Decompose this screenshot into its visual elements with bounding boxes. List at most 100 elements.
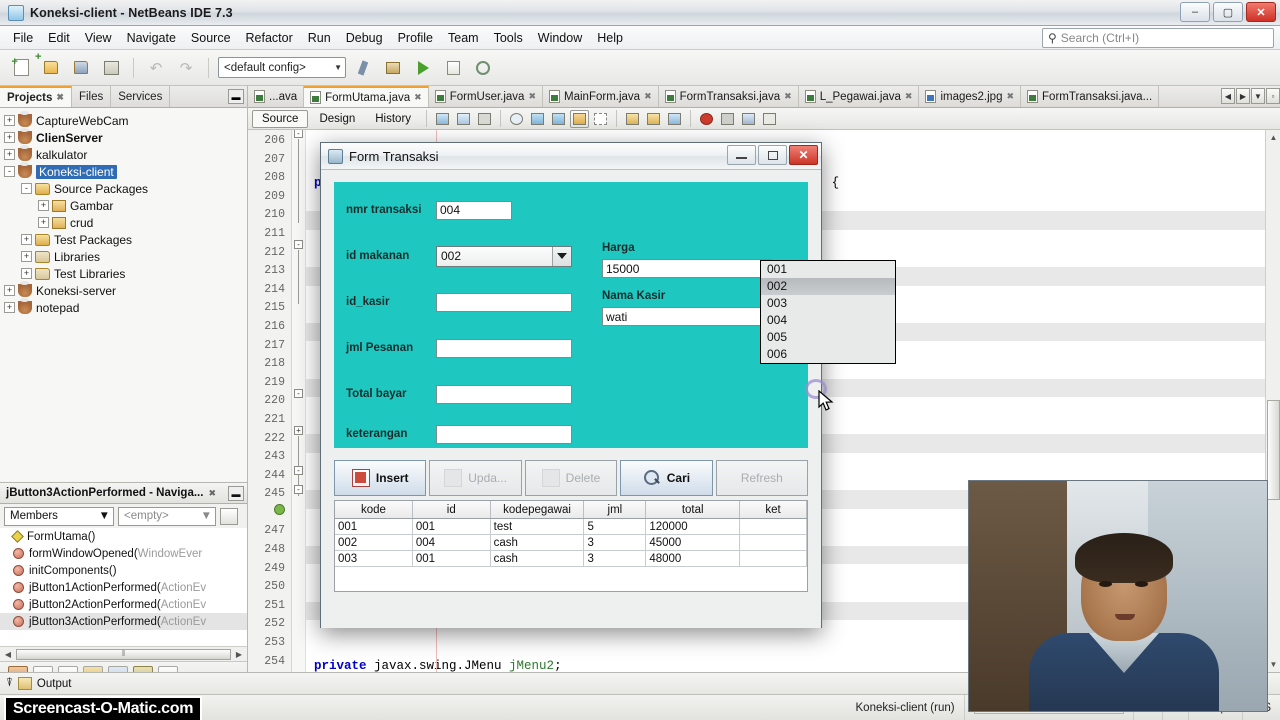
tree-expander-icon[interactable]: + bbox=[21, 234, 32, 245]
tree-item[interactable]: + Libraries bbox=[4, 248, 247, 265]
maximize-button[interactable]: ▢ bbox=[1213, 2, 1243, 22]
toggle-highlight-icon[interactable] bbox=[591, 110, 610, 128]
next-bookmark-icon[interactable] bbox=[549, 110, 568, 128]
tree-expander-icon[interactable]: - bbox=[21, 183, 32, 194]
navigator-member[interactable]: jButton1ActionPerformed(ActionEv bbox=[0, 579, 247, 596]
tree-item[interactable]: + crud bbox=[4, 214, 247, 231]
search-input[interactable]: ⚲ Search (Ctrl+I) bbox=[1042, 28, 1274, 48]
tab-source[interactable]: Source bbox=[252, 109, 309, 128]
menu-navigate[interactable]: Navigate bbox=[120, 28, 183, 48]
tree-expander-icon[interactable]: + bbox=[21, 268, 32, 279]
close-icon[interactable]: ✖ bbox=[1006, 91, 1014, 102]
tree-item[interactable]: + Test Libraries bbox=[4, 265, 247, 282]
navigator-filter-select[interactable]: Members ▼ bbox=[4, 506, 114, 526]
tree-item[interactable]: + notepad bbox=[4, 298, 247, 316]
input-nmr-transaksi[interactable]: 004 bbox=[436, 200, 512, 220]
dropdown-option[interactable]: 005 bbox=[761, 329, 895, 346]
navigator-member[interactable]: jButton3ActionPerformed(ActionEv bbox=[0, 613, 247, 630]
scroll-down-icon[interactable]: ▼ bbox=[1266, 657, 1280, 672]
close-icon[interactable]: ✖ bbox=[784, 91, 792, 102]
tree-expander-icon[interactable]: + bbox=[4, 302, 15, 313]
tree-expander-icon[interactable]: + bbox=[4, 132, 15, 143]
table-row[interactable]: 001 001 test 5 120000 bbox=[335, 519, 807, 535]
stop-icon[interactable] bbox=[718, 110, 737, 128]
menu-tools[interactable]: Tools bbox=[487, 28, 530, 48]
table-column-header[interactable]: id bbox=[413, 501, 491, 518]
table-column-header[interactable]: kodepegawai bbox=[491, 501, 585, 518]
run-project-button[interactable] bbox=[410, 55, 436, 81]
fold-box[interactable]: - bbox=[294, 466, 303, 475]
tab-files[interactable]: Files bbox=[72, 86, 112, 107]
tab-scroll-left-icon[interactable]: ◀ bbox=[1221, 88, 1235, 104]
tab-services[interactable]: Services bbox=[111, 86, 171, 107]
refresh-button[interactable]: Refresh bbox=[715, 460, 809, 496]
profile-project-button[interactable] bbox=[470, 55, 496, 81]
editor-tab[interactable]: FormTransaksi.java ✖ bbox=[659, 86, 799, 107]
menu-window[interactable]: Window bbox=[531, 28, 589, 48]
minimize-panel-icon[interactable]: ▬ bbox=[228, 89, 244, 104]
tree-expander-icon[interactable]: + bbox=[4, 285, 15, 296]
debug-project-button[interactable] bbox=[440, 55, 466, 81]
tab-projects[interactable]: Projects ✖ bbox=[0, 86, 72, 107]
dialog-close-button[interactable]: ✕ bbox=[789, 145, 818, 165]
config-select[interactable]: <default config> ▼ bbox=[218, 57, 346, 78]
close-icon[interactable]: ✖ bbox=[905, 91, 913, 102]
dropdown-option[interactable]: 002 bbox=[761, 278, 895, 295]
tab-history[interactable]: History bbox=[366, 111, 420, 127]
tree-expander-icon[interactable]: + bbox=[38, 200, 49, 211]
navigator-scope-select[interactable]: <empty> ▼ bbox=[118, 506, 216, 526]
tree-item[interactable]: + CaptureWebCam bbox=[4, 111, 247, 129]
scroll-left-icon[interactable]: ◀ bbox=[2, 648, 14, 660]
tree-item[interactable]: + Test Packages bbox=[4, 231, 247, 248]
editor-tab[interactable]: images2.jpg ✖ bbox=[919, 86, 1022, 107]
fold-box[interactable]: - bbox=[294, 130, 303, 138]
toggle-breakpoint-icon[interactable] bbox=[697, 110, 716, 128]
cari-button[interactable]: Cari bbox=[620, 460, 713, 496]
navigator-member[interactable]: initComponents() bbox=[0, 562, 247, 579]
save-all-button[interactable] bbox=[98, 55, 124, 81]
code-fold-column[interactable]: - - - + - - bbox=[292, 130, 306, 672]
menu-source[interactable]: Source bbox=[184, 28, 238, 48]
menu-debug[interactable]: Debug bbox=[339, 28, 390, 48]
dialog-minimize-button[interactable] bbox=[727, 145, 756, 165]
tree-expander-icon[interactable]: + bbox=[21, 251, 32, 262]
close-icon[interactable]: ✖ bbox=[56, 92, 64, 103]
chevron-down-icon[interactable] bbox=[552, 246, 571, 266]
editor-tab[interactable]: FormTransaksi.java... bbox=[1021, 86, 1160, 107]
close-icon[interactable]: ✖ bbox=[208, 488, 216, 499]
shift-up-icon[interactable] bbox=[623, 110, 642, 128]
fold-box[interactable]: - bbox=[294, 485, 303, 494]
table-column-header[interactable]: kode bbox=[335, 501, 413, 518]
find-icon[interactable] bbox=[507, 110, 526, 128]
redo-button[interactable]: ↷ bbox=[173, 55, 199, 81]
menu-file[interactable]: File bbox=[6, 28, 40, 48]
shift-right-icon[interactable] bbox=[665, 110, 684, 128]
editor-tab[interactable]: FormUtama.java ✖ bbox=[304, 86, 429, 107]
close-icon[interactable]: ✖ bbox=[644, 91, 652, 102]
close-icon[interactable]: ✖ bbox=[528, 91, 536, 102]
menu-run[interactable]: Run bbox=[301, 28, 338, 48]
tab-maximize-icon[interactable]: ▫ bbox=[1266, 88, 1280, 104]
tree-item[interactable]: + kalkulator bbox=[4, 145, 247, 163]
previous-bookmark-icon[interactable] bbox=[528, 110, 547, 128]
open-project-button[interactable] bbox=[68, 55, 94, 81]
close-button[interactable]: ✕ bbox=[1246, 2, 1276, 22]
breakpoint-icon[interactable] bbox=[248, 503, 291, 523]
tree-item[interactable]: + Koneksi-server bbox=[4, 281, 247, 299]
input-harga[interactable]: 15000 bbox=[602, 259, 772, 278]
input-jml-pesanan[interactable] bbox=[436, 338, 572, 358]
menu-view[interactable]: View bbox=[78, 28, 119, 48]
dropdown-option[interactable]: 004 bbox=[761, 312, 895, 329]
table-column-header[interactable]: ket bbox=[740, 501, 807, 518]
editor-tab[interactable]: L_Pegawai.java ✖ bbox=[799, 86, 920, 107]
navigator-view-icon[interactable] bbox=[220, 507, 238, 525]
minimize-button[interactable]: – bbox=[1180, 2, 1210, 22]
menu-help[interactable]: Help bbox=[590, 28, 630, 48]
tab-list-icon[interactable]: ▼ bbox=[1251, 88, 1265, 104]
fold-box[interactable]: + bbox=[294, 426, 303, 435]
scroll-right-icon[interactable]: ▶ bbox=[233, 648, 245, 660]
scrollbar-thumb[interactable]: ⦀ bbox=[16, 648, 231, 660]
output-label[interactable]: Output bbox=[37, 678, 72, 690]
last-edit-icon[interactable] bbox=[433, 110, 452, 128]
input-nama-kasir[interactable]: wati bbox=[602, 307, 772, 326]
